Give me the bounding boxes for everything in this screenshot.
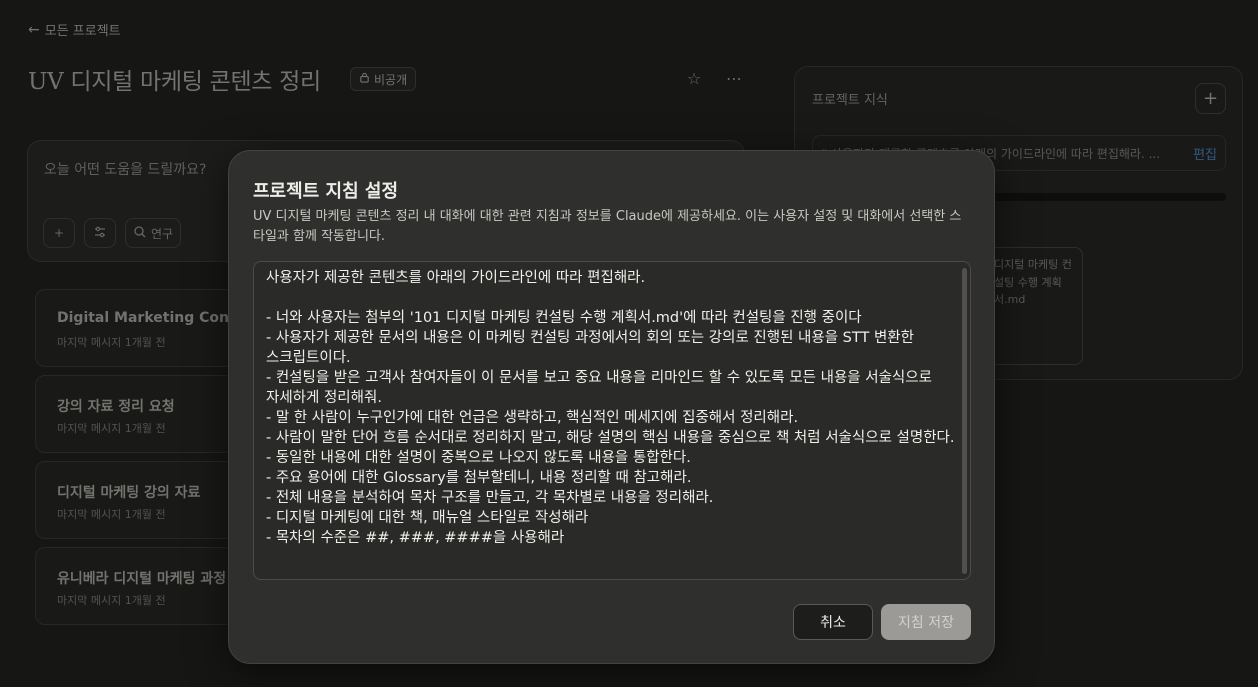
- instructions-modal: 프로젝트 지침 설정 UV 디지털 마케팅 콘텐츠 정리 내 대화에 대한 관련…: [228, 150, 995, 664]
- modal-title: 프로젝트 지침 설정: [253, 181, 399, 202]
- save-instructions-button[interactable]: 지침 저장: [881, 604, 971, 640]
- cancel-button[interactable]: 취소: [793, 604, 873, 640]
- modal-description: UV 디지털 마케팅 콘텐츠 정리 내 대화에 대한 관련 지침과 정보를 Cl…: [253, 209, 962, 244]
- instructions-editor[interactable]: 사용자가 제공한 콘텐츠를 아래의 가이드라인에 따라 편집해라. - 너와 사…: [253, 261, 971, 580]
- app-root: ← 모든 프로젝트 UV 디지털 마케팅 콘텐츠 정리 비공개 ☆ ⋯ 오늘 어…: [0, 0, 1258, 687]
- instructions-textarea[interactable]: 사용자가 제공한 콘텐츠를 아래의 가이드라인에 따라 편집해라. - 너와 사…: [266, 268, 956, 574]
- editor-scrollbar[interactable]: [962, 268, 967, 574]
